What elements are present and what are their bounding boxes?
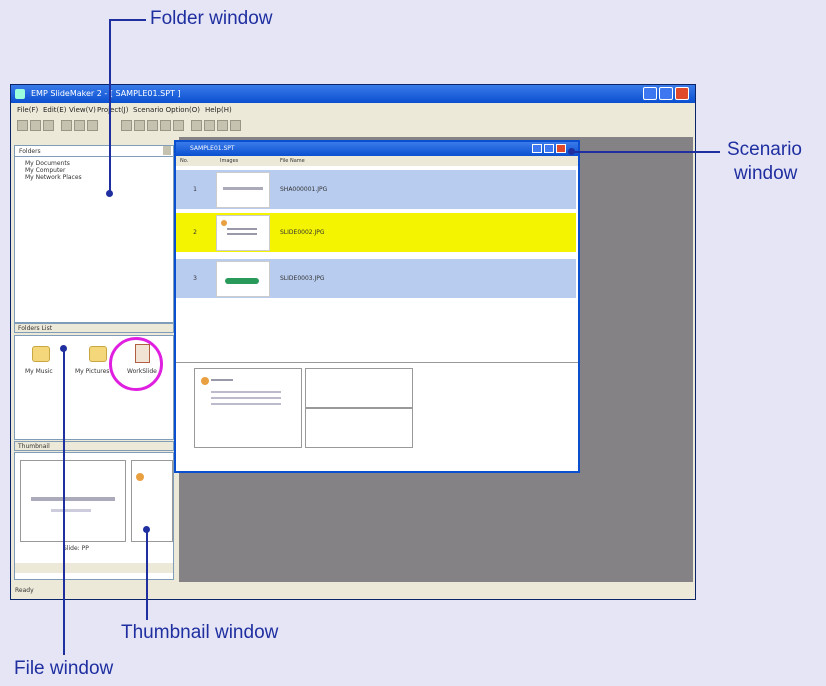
scenario-row[interactable]: 2 SLIDE0002.JPG [176,213,576,253]
scenario-preview-empty-2[interactable] [305,408,413,448]
grid-icon[interactable] [160,120,171,131]
folder-icon[interactable] [32,346,50,362]
scenario-column-header: No. Images File Name [176,156,578,166]
menu-bar: File(F) Edit(E) View(V) Project(J) Scena… [11,104,695,117]
tree-item-my-computer[interactable]: My Computer [25,167,65,174]
list-icon[interactable] [173,120,184,131]
project-icon[interactable] [217,120,228,131]
col-file-name: File Name [280,158,305,164]
status-bar: Ready [11,585,695,598]
folder-window: Folders My Documents My Computer My Netw… [14,145,174,323]
callout-scenario-window-1: Scenario [727,139,802,160]
copy-icon[interactable] [74,120,85,131]
scenario-maximize-button[interactable] [544,144,554,153]
tree-item-my-network-places[interactable]: My Network Places [25,174,82,181]
menu-edit[interactable]: Edit(E) [43,106,66,114]
cut-icon[interactable] [61,120,72,131]
file-window-header: Folders List [14,323,174,333]
thumbnail-window-header: Thumbnail [14,441,174,451]
file-window-title: Folders List [18,325,53,332]
close-button[interactable] [675,87,689,100]
callout-scenario-window-2: window [734,163,798,184]
scenario-title-bar[interactable]: SAMPLE01.SPT [176,142,578,156]
row-thumbnail [216,215,270,251]
window-icon[interactable] [191,120,202,131]
row-number: 2 [193,229,197,236]
callout-line [63,350,65,655]
highlight-circle [109,337,163,391]
tree-item-my-documents[interactable]: My Documents [25,160,70,167]
maximize-button[interactable] [659,87,673,100]
thumbnail-window-title: Thumbnail [18,443,50,450]
thumbnail-preview-2[interactable] [131,460,173,542]
file-item-my-pictures[interactable]: My Pictures [75,368,109,375]
row-file-name: SLIDE0003.JPG [280,275,325,282]
app-title-bar[interactable]: EMP SlideMaker 2 - [ SAMPLE01.SPT ] [11,85,695,103]
scenario-preview-empty-1[interactable] [305,368,413,408]
row-file-name: SHA000001.JPG [280,186,328,193]
callout-line [109,19,111,193]
menu-project[interactable]: Project(J) [97,106,128,114]
help-icon[interactable] [230,120,241,131]
preview-icon[interactable] [134,120,145,131]
thumbnail-preview-1[interactable] [20,460,126,542]
col-images: Images [220,158,239,164]
col-no: No. [180,158,189,164]
menu-view[interactable]: View(V) [69,106,96,114]
chevron-down-icon[interactable] [163,146,171,155]
folder-icon[interactable] [89,346,107,362]
row-thumbnail [216,261,270,297]
scenario-minimize-button[interactable] [532,144,542,153]
callout-dot [106,190,113,197]
status-text: Ready [15,587,34,594]
scenario-row[interactable]: 1 SHA000001.JPG [176,170,576,210]
callout-dot [143,526,150,533]
slide-icon[interactable] [121,120,132,131]
menu-file[interactable]: File(F) [17,106,38,114]
new-icon[interactable] [17,120,28,131]
paste-icon[interactable] [87,120,98,131]
thumbnail-window: Slide: PP [14,452,174,580]
play-icon[interactable] [147,120,158,131]
scenario-divider [176,362,578,363]
callout-file-window: File window [14,658,114,679]
callout-line [110,19,146,21]
menu-help[interactable]: Help(H) [205,106,232,114]
save-icon[interactable] [43,120,54,131]
row-number: 1 [193,186,197,193]
scenario-row[interactable]: 3 SLIDE0003.JPG [176,259,576,299]
app-title: EMP SlideMaker 2 - [ SAMPLE01.SPT ] [31,89,181,98]
callout-line [572,151,720,153]
toolbar [13,119,693,135]
scenario-title: SAMPLE01.SPT [190,145,235,152]
thumbnail-caption: Slide: PP [63,545,89,552]
settings-icon[interactable] [204,120,215,131]
minimize-button[interactable] [643,87,657,100]
horizontal-scrollbar[interactable] [15,563,173,573]
scenario-close-button[interactable] [556,144,566,153]
callout-line [146,530,148,620]
folder-dropdown[interactable]: Folders [15,146,173,157]
open-icon[interactable] [30,120,41,131]
scenario-window: SAMPLE01.SPT No. Images File Name 1 SHA0… [174,140,580,473]
callout-folder-window: Folder window [150,8,273,29]
row-file-name: SLIDE0002.JPG [280,229,325,236]
app-icon [15,89,25,99]
menu-scenario-option[interactable]: Scenario Option(O) [133,106,200,114]
callout-dot [60,345,67,352]
callout-thumbnail-window: Thumbnail window [121,622,279,643]
callout-dot [568,148,575,155]
file-item-my-music[interactable]: My Music [25,368,53,375]
folder-dropdown-value: Folders [19,148,41,155]
row-thumbnail [216,172,270,208]
row-number: 3 [193,275,197,282]
scenario-preview-large[interactable] [194,368,302,448]
